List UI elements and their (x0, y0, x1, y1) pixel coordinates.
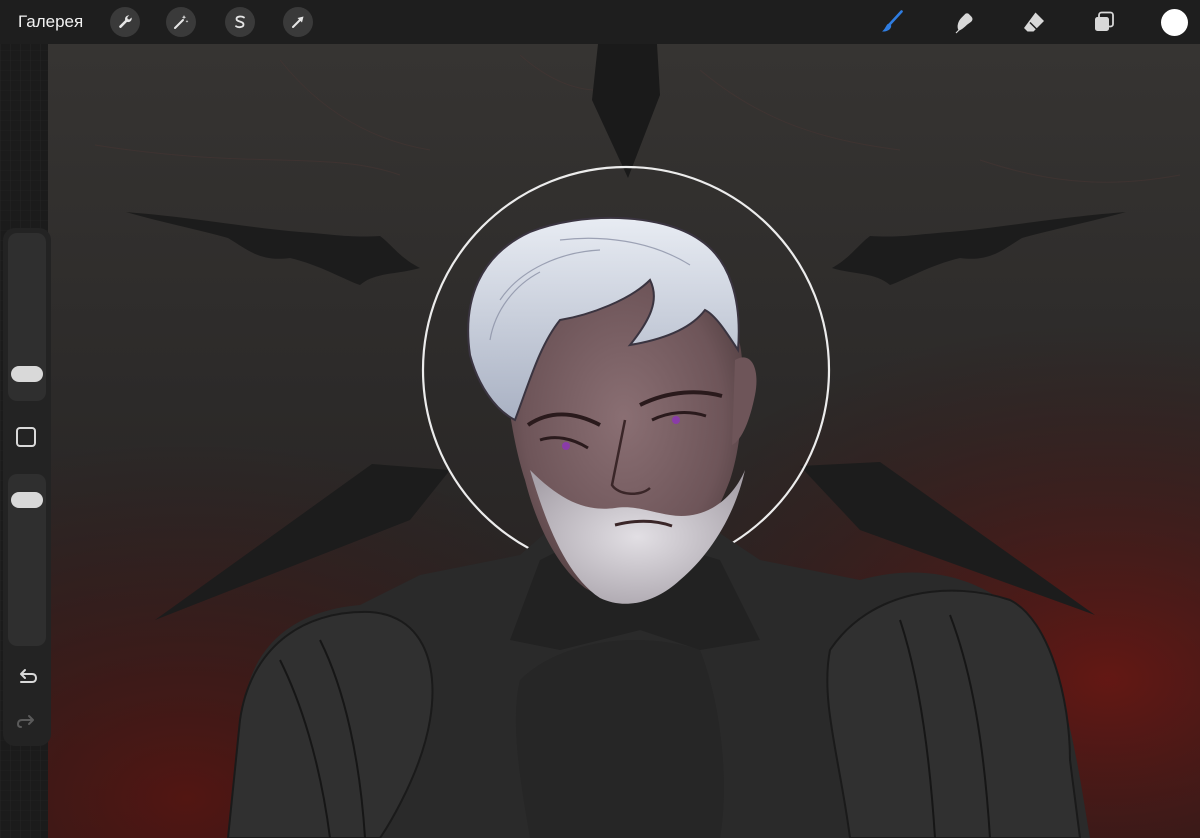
color-swatch[interactable] (1161, 9, 1188, 36)
procreate-app: Галерея (0, 0, 1200, 838)
eraser-tool-button[interactable] (1020, 8, 1048, 36)
selection-button[interactable] (225, 7, 255, 37)
eraser-icon (1024, 12, 1044, 32)
adjustments-button[interactable] (166, 7, 196, 37)
top-toolbar: Галерея (0, 0, 1200, 44)
brush-size-slider[interactable] (8, 233, 46, 401)
wrench-icon (119, 15, 132, 28)
arrow-cursor-icon (292, 16, 304, 28)
brush-icon (882, 10, 903, 32)
opacity-slider[interactable] (8, 474, 46, 646)
layers-icon (1095, 11, 1114, 31)
undo-icon[interactable] (15, 665, 39, 689)
brush-tool-button[interactable] (878, 8, 906, 36)
drawing-canvas[interactable] (0, 44, 1200, 838)
selection-s-icon (235, 15, 245, 29)
canvas-artwork (0, 44, 1200, 838)
brush-size-thumb[interactable] (11, 366, 43, 382)
opacity-thumb[interactable] (11, 492, 43, 508)
redo-icon[interactable] (15, 708, 39, 732)
layers-tool-button[interactable] (1090, 8, 1118, 36)
transform-button[interactable] (283, 7, 313, 37)
smudge-icon (955, 13, 973, 34)
side-toolbar (3, 228, 51, 746)
smudge-tool-button[interactable] (950, 8, 978, 36)
magic-wand-icon (174, 15, 189, 29)
modify-button[interactable] (16, 427, 36, 447)
actions-button[interactable] (110, 7, 140, 37)
gallery-button[interactable]: Галерея (18, 11, 83, 33)
